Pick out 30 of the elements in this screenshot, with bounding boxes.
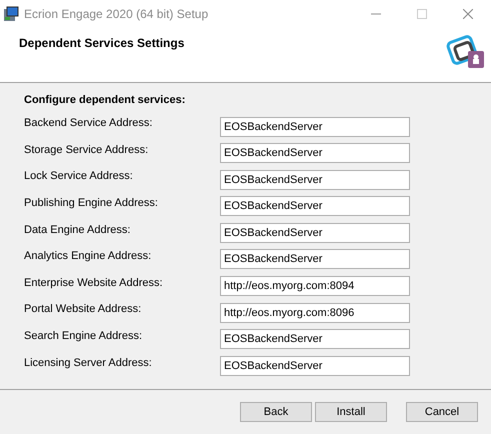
- input-field[interactable]: EOSBackendServer: [220, 356, 410, 376]
- field-label: Lock Service Address:: [24, 169, 134, 184]
- input-field[interactable]: EOSBackendServer: [220, 116, 410, 136]
- logo-icon: [446, 33, 486, 69]
- input-field[interactable]: EOSBackendServer: [220, 329, 410, 350]
- input-field[interactable]: EOSBackendServer: [220, 170, 410, 190]
- input-field[interactable]: EOSBackendServer: [220, 249, 410, 270]
- install-button[interactable]: Install: [315, 402, 387, 422]
- field-label: Search Engine Address:: [24, 329, 144, 344]
- section-title: Configure dependent services:: [24, 93, 186, 108]
- field-label: Enterprise Website Address:: [24, 276, 164, 291]
- field-label: Licensing Server Address:: [24, 356, 153, 371]
- cancel-button[interactable]: Cancel: [406, 402, 478, 422]
- input-field[interactable]: EOSBackendServer: [220, 143, 410, 164]
- page-title: Dependent Services Settings: [19, 35, 184, 52]
- installer-icon: [3, 6, 19, 22]
- input-field[interactable]: http://eos.myorg.com:8094: [220, 276, 410, 296]
- field-label: Publishing Engine Address:: [24, 196, 159, 212]
- input-field[interactable]: EOSBackendServer: [220, 222, 410, 243]
- field-label: Data Engine Address:: [24, 222, 132, 238]
- maximize-icon[interactable]: [417, 9, 427, 19]
- back-button[interactable]: Back: [240, 402, 312, 422]
- field-label: Portal Website Address:: [24, 302, 142, 318]
- window-title: Ecrion Engage 2020 (64 bit) Setup: [24, 6, 208, 23]
- close-icon[interactable]: [463, 9, 473, 19]
- input-field[interactable]: http://eos.myorg.com:8096: [220, 302, 410, 323]
- field-label: Storage Service Address:: [24, 142, 150, 158]
- field-label: Analytics Engine Address:: [24, 249, 152, 264]
- input-field[interactable]: EOSBackendServer: [220, 196, 410, 216]
- field-label: Backend Service Address:: [24, 116, 154, 132]
